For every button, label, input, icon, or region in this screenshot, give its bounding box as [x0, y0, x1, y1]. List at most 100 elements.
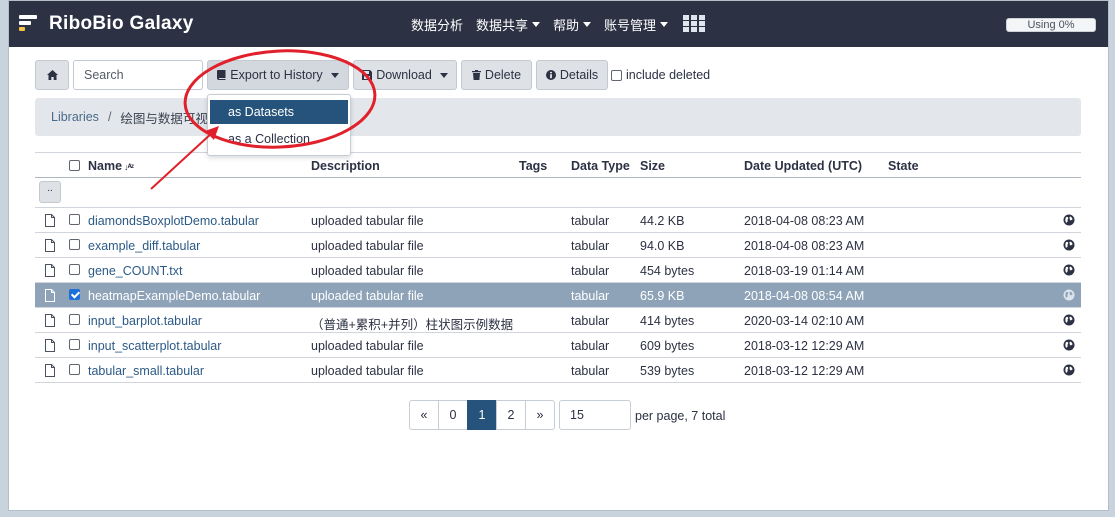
nav-analysis-label: 数据分析 — [411, 18, 464, 33]
dataset-description: （普通+累积+并列）柱状图示例数据 — [311, 318, 514, 332]
dataset-data-type: tabular — [571, 264, 610, 278]
header-description[interactable]: Description — [311, 159, 380, 173]
dataset-name-link[interactable]: gene_COUNT.txt — [88, 264, 182, 278]
table-row[interactable]: diamondsBoxplotDemo.tabular uploaded tabu… — [35, 208, 1081, 233]
file-icon — [45, 239, 55, 252]
dataset-size: 609 bytes — [640, 339, 695, 353]
caret-down-icon — [330, 72, 339, 78]
home-button[interactable] — [35, 60, 69, 90]
table-row[interactable]: gene_COUNT.txt uploaded tabular file tabul… — [35, 258, 1081, 283]
page-next-button[interactable]: » — [525, 400, 555, 430]
dataset-size: 454 bytes — [640, 264, 695, 278]
breadcrumb-separator: / — [107, 110, 112, 124]
search-input[interactable] — [73, 60, 203, 90]
table-body: diamondsBoxplotDemo.tabular uploaded tabu… — [35, 208, 1081, 383]
details-button[interactable]: Details — [536, 60, 608, 90]
globe-icon — [1063, 364, 1075, 376]
dataset-size: 539 bytes — [640, 364, 695, 378]
save-icon — [362, 70, 373, 80]
dataset-name-link[interactable]: tabular_small.tabular — [88, 364, 204, 378]
info-circle-icon — [545, 70, 556, 80]
file-icon — [45, 264, 55, 277]
caret-down-icon — [532, 22, 541, 27]
dataset-date-updated: 2018-03-12 12:29 AM — [744, 339, 865, 353]
main-nav: 数据分析 数据共享 帮助 账号管理 — [411, 14, 706, 34]
nav-analysis[interactable]: 数据分析 — [411, 15, 463, 34]
include-deleted-checkbox[interactable] — [611, 69, 622, 81]
app-window: RiboBio Galaxy 数据分析 数据共享 帮助 账号管理 Using 0… — [8, 0, 1109, 511]
book-icon — [217, 70, 226, 80]
breadcrumb-current: 绘图与数据可视化 — [120, 111, 221, 126]
header-name[interactable]: Name ↓ᴬᶻ — [88, 159, 134, 173]
dataset-date-updated: 2018-03-19 01:14 AM — [744, 264, 865, 278]
quota-meter[interactable]: Using 0% — [1006, 18, 1096, 32]
delete-label: Delete — [484, 68, 522, 82]
dataset-name-link[interactable]: input_barplot.tabular — [88, 314, 202, 328]
delete-button[interactable]: Delete — [461, 60, 532, 90]
page-prev-button[interactable]: « — [409, 400, 439, 430]
globe-icon — [1063, 264, 1075, 276]
dataset-name-link[interactable]: example_diff.tabular — [88, 239, 200, 253]
galaxy-logo-icon — [19, 15, 39, 33]
globe-icon — [1063, 339, 1075, 351]
header-size[interactable]: Size — [640, 159, 665, 173]
dataset-description: uploaded tabular file — [311, 339, 424, 353]
nav-shared-data[interactable]: 数据共享 — [476, 15, 541, 34]
row-select-checkbox[interactable] — [69, 364, 80, 375]
export-as-collection-item[interactable]: as a Collection — [210, 127, 348, 151]
table-row[interactable]: heatmapExampleDemo.tabular uploaded tabul… — [35, 283, 1081, 308]
sort-ascending-icon[interactable]: ↓ᴬᶻ — [124, 162, 134, 172]
nav-help[interactable]: 帮助 — [553, 15, 592, 34]
header-date-updated[interactable]: Date Updated (UTC) — [744, 159, 862, 173]
page-2-button[interactable]: 2 — [496, 400, 526, 430]
globe-icon — [1063, 239, 1075, 251]
pagination: « 0 1 2 » — [409, 400, 555, 430]
dataset-date-updated: 2020-03-14 02:10 AM — [744, 314, 865, 328]
library-dataset-table: Name ↓ᴬᶻ Description Tags Data Type Size … — [35, 152, 1081, 383]
row-select-checkbox[interactable] — [69, 264, 80, 275]
header-state[interactable]: State — [888, 159, 919, 173]
dataset-date-updated: 2018-04-08 08:23 AM — [744, 239, 865, 253]
apps-grid-icon[interactable] — [683, 14, 706, 33]
row-select-checkbox[interactable] — [69, 214, 80, 225]
dataset-name-link[interactable]: heatmapExampleDemo.tabular — [88, 289, 260, 303]
export-to-history-button[interactable]: Export to History — [207, 60, 349, 90]
dataset-data-type: tabular — [571, 239, 610, 253]
masthead: RiboBio Galaxy 数据分析 数据共享 帮助 账号管理 Using 0… — [9, 1, 1108, 47]
header-tags[interactable]: Tags — [519, 159, 547, 173]
dataset-name-link[interactable]: input_scatterplot.tabular — [88, 339, 221, 353]
dataset-data-type: tabular — [571, 214, 610, 228]
table-row[interactable]: tabular_small.tabular uploaded tabular fi… — [35, 358, 1081, 383]
parent-folder-button[interactable]: .. — [39, 181, 61, 203]
header-data-type[interactable]: Data Type — [571, 159, 630, 173]
dataset-description: uploaded tabular file — [311, 239, 424, 253]
per-page-input[interactable] — [559, 400, 631, 430]
include-deleted-toggle[interactable]: include deleted — [611, 68, 710, 82]
row-select-checkbox[interactable] — [69, 239, 80, 250]
dataset-description: uploaded tabular file — [311, 289, 424, 303]
brand-title: RiboBio Galaxy — [49, 13, 194, 34]
table-row[interactable]: example_diff.tabular uploaded tabular fil… — [35, 233, 1081, 258]
download-button[interactable]: Download — [353, 60, 457, 90]
dataset-data-type: tabular — [571, 364, 610, 378]
parent-folder-row: .. — [35, 178, 1081, 208]
table-row[interactable]: input_scatterplot.tabular uploaded tabula… — [35, 333, 1081, 358]
page-1-button[interactable]: 1 — [467, 400, 497, 430]
trash-icon — [471, 70, 481, 80]
file-icon — [45, 339, 55, 352]
dataset-data-type: tabular — [571, 289, 610, 303]
select-all-checkbox[interactable] — [69, 160, 80, 171]
row-select-checkbox[interactable] — [69, 289, 80, 300]
brand[interactable]: RiboBio Galaxy — [19, 12, 194, 36]
dataset-size: 414 bytes — [640, 314, 695, 328]
dataset-name-link[interactable]: diamondsBoxplotDemo.tabular — [88, 214, 259, 228]
globe-icon — [1063, 314, 1075, 326]
table-row[interactable]: input_barplot.tabular （普通+累积+并列）柱状图示例数据 ta… — [35, 308, 1081, 333]
page-0-button[interactable]: 0 — [438, 400, 468, 430]
dataset-date-updated: 2018-03-12 12:29 AM — [744, 364, 865, 378]
row-select-checkbox[interactable] — [69, 339, 80, 350]
export-as-datasets-item[interactable]: as Datasets — [210, 100, 348, 124]
row-select-checkbox[interactable] — [69, 314, 80, 325]
nav-user[interactable]: 账号管理 — [604, 15, 669, 34]
breadcrumb-libraries-link[interactable]: Libraries — [51, 110, 99, 124]
